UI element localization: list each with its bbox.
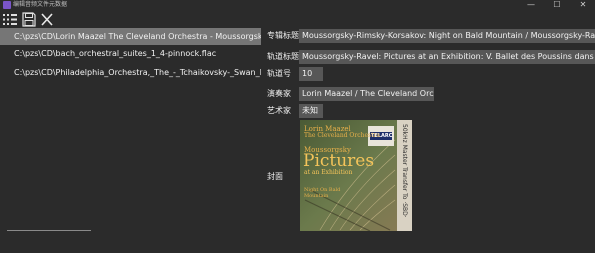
- file-list-item[interactable]: C:\pzs\CD\bach_orchestral_suites_1_4-pin…: [0, 45, 261, 62]
- file-list-item[interactable]: C:\pzs\CD\Lorin Maazel The Cleveland Orc…: [0, 28, 261, 45]
- cover-image[interactable]: TELARC Lorin Maazel The Cleveland Orches…: [300, 120, 412, 231]
- track-number-field[interactable]: 10: [299, 67, 323, 81]
- cover-extra-text-2: Mountain: [304, 193, 329, 199]
- horizontal-scrollbar[interactable]: [7, 230, 91, 231]
- toolbar: [0, 10, 60, 28]
- track-title-label: 轨道标题: [267, 52, 299, 61]
- close-icon: [41, 13, 53, 26]
- window-title: 编辑音频文件元数据: [13, 1, 68, 8]
- window-close-button[interactable]: ✕: [571, 0, 595, 10]
- artist-label: 艺术家: [267, 106, 291, 115]
- save-icon: [22, 12, 36, 27]
- maximize-button[interactable]: ☐: [545, 0, 569, 10]
- list-button[interactable]: [1, 11, 19, 28]
- save-button[interactable]: [20, 11, 38, 28]
- performer-label: 演奏家: [267, 89, 291, 98]
- artist-field[interactable]: 未知: [299, 104, 323, 118]
- minimize-button[interactable]: —: [519, 0, 543, 10]
- list-icon: [3, 14, 17, 25]
- file-list[interactable]: C:\pzs\CD\Lorin Maazel The Cleveland Orc…: [0, 28, 261, 228]
- album-label: 专辑标题: [267, 31, 299, 40]
- cover-spine-text: 50kHz Master Transfer To ·SBD·: [401, 124, 408, 218]
- app-icon: [3, 1, 11, 9]
- performer-field[interactable]: Lorin Maazel / The Cleveland Orchestra: [299, 87, 434, 101]
- cover-title-text: Pictures: [303, 151, 375, 171]
- cover-subtitle-text: at an Exhibition: [304, 169, 353, 176]
- close-file-button[interactable]: [38, 11, 56, 28]
- title-bar: 编辑音频文件元数据 — ☐ ✕: [0, 0, 595, 10]
- cover-label: 封面: [267, 172, 283, 181]
- cover-orchestra-text: The Cleveland Orchestra: [304, 132, 380, 139]
- track-number-label: 轨道号: [267, 69, 291, 78]
- file-list-item[interactable]: C:\pzs\CD\Philadelphia_Orchestra,_The_-_…: [0, 64, 261, 81]
- album-field[interactable]: Moussorgsky-Rimsky-Korsakov: Night on Ba…: [299, 29, 595, 43]
- track-title-field[interactable]: Moussorgsky-Ravel: Pictures at an Exhibi…: [299, 50, 595, 64]
